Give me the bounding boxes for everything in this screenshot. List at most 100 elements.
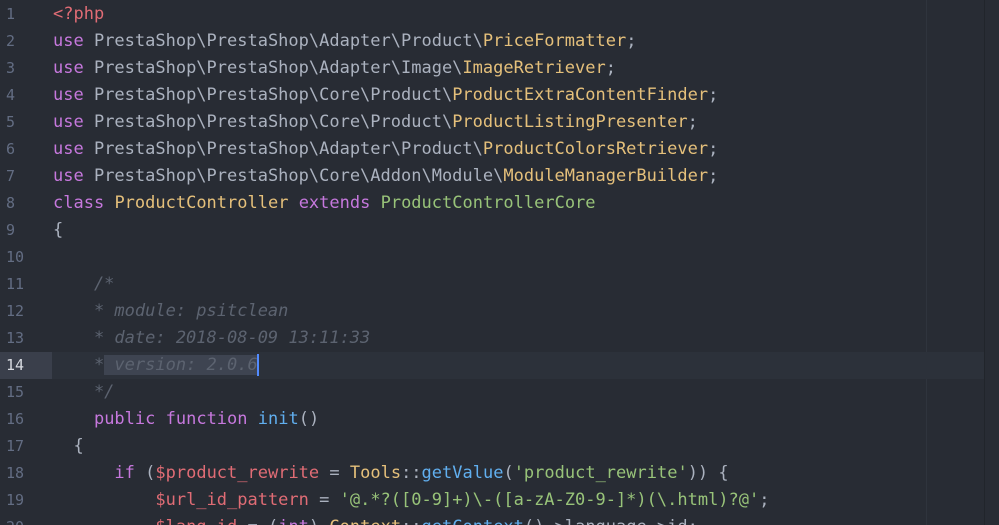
line-content[interactable]: use PrestaShop\PrestaShop\Core\Addon\Mod… — [53, 163, 718, 190]
code-token: :: — [401, 463, 422, 483]
code-token: use — [53, 31, 84, 51]
line-content[interactable]: { — [53, 433, 84, 460]
code-token: PrestaShop\PrestaShop\Adapter\Image\ — [83, 58, 463, 78]
code-token: ; — [626, 31, 637, 51]
line-content[interactable]: class ProductController extends ProductC… — [53, 190, 596, 217]
code-line[interactable]: 6 use PrestaShop\PrestaShop\Adapter\Produ… — [0, 136, 999, 163]
line-number: 10 — [6, 248, 25, 266]
code-token: Tools — [349, 463, 402, 483]
code-token: use — [53, 139, 84, 159]
line-content[interactable]: $url_id_pattern = '@.*?([0-9]+)\-([a-zA-… — [53, 487, 769, 514]
code-token: use — [53, 85, 84, 105]
line-content[interactable]: use PrestaShop\PrestaShop\Adapter\Image\… — [53, 55, 616, 82]
line-number: 17 — [6, 437, 25, 455]
line-number: 1 — [6, 5, 16, 23]
vertical-scrollbar[interactable] — [984, 0, 999, 525]
line-number: 14 — [0, 352, 52, 379]
code-token: <?php — [53, 4, 105, 24]
code-token: /* — [53, 274, 115, 294]
code-token: = ( — [237, 517, 278, 525]
code-line[interactable]: 11 /* — [0, 271, 999, 298]
code-token: version: 2.0.6 — [104, 355, 258, 375]
line-content[interactable]: */ — [53, 379, 114, 406]
code-line[interactable]: 9{ — [0, 217, 999, 244]
line-content[interactable]: * date: 2018-08-09 13:11:33 — [53, 325, 370, 352]
code-token: use — [53, 112, 84, 132]
line-number: 9 — [6, 221, 16, 239]
line-content[interactable]: * module: psitclean — [53, 298, 288, 325]
code-line[interactable]: 12 * module: psitclean — [0, 298, 999, 325]
code-line[interactable]: 20 $lang_id = (int) Context::getContext(… — [0, 514, 999, 525]
code-token: ; — [708, 85, 719, 105]
text-cursor — [256, 354, 259, 376]
code-line[interactable]: 5 use PrestaShop\PrestaShop\Core\Product\… — [0, 109, 999, 136]
code-token: :: — [401, 517, 421, 525]
code-line[interactable]: 7 use PrestaShop\PrestaShop\Core\Addon\Mo… — [0, 163, 999, 190]
line-number: 20 — [0, 514, 52, 525]
code-token: ProductColorsRetriever — [482, 139, 709, 159]
line-content[interactable]: <?php — [53, 1, 104, 28]
code-token: * module: psitclean — [53, 301, 289, 321]
code-line[interactable]: 8 class ProductController extends Product… — [0, 190, 999, 217]
code-line[interactable]: 3 use PrestaShop\PrestaShop\Adapter\Image… — [0, 55, 999, 82]
line-content[interactable]: * version: 2.0.6 — [53, 352, 259, 379]
code-token: { — [53, 220, 64, 240]
line-content[interactable]: public function init() — [53, 406, 319, 433]
code-line[interactable]: 4 use PrestaShop\PrestaShop\Core\Product\… — [0, 82, 999, 109]
line-number: 8 — [6, 194, 16, 212]
line-content[interactable]: if ($product_rewrite = Tools::getValue('… — [53, 460, 729, 487]
code-token: ; — [687, 112, 698, 132]
code-token: ; — [708, 139, 719, 159]
code-line[interactable]: 18 if ($product_rewrite = Tools::getValu… — [0, 460, 999, 487]
code-editor[interactable]: 1 <?php 2 use PrestaShop\PrestaShop\Adapter… — [0, 0, 999, 525]
code-token: PrestaShop\PrestaShop\Core\Addon\Module\ — [83, 166, 504, 186]
line-number: 16 — [6, 410, 25, 428]
code-line[interactable]: 17 { — [0, 433, 999, 460]
code-token: PrestaShop\PrestaShop\Core\Product\ — [83, 112, 453, 132]
code-token: () — [298, 409, 320, 429]
code-line[interactable]: 14 * version: 2.0.6 — [0, 352, 999, 379]
code-token: { — [53, 436, 84, 456]
code-token: Context — [329, 517, 401, 525]
code-line[interactable]: 15 */ — [0, 379, 999, 406]
line-content[interactable]: use PrestaShop\PrestaShop\Core\Product\P… — [53, 82, 718, 109]
line-number: 15 — [6, 383, 25, 401]
line-content[interactable]: use PrestaShop\PrestaShop\Core\Product\P… — [53, 109, 698, 136]
code-token: PriceFormatter — [482, 31, 627, 51]
line-number: 6 — [6, 140, 16, 158]
code-token: PrestaShop\PrestaShop\Core\Product\ — [83, 85, 453, 105]
code-token: = — [308, 490, 340, 510]
code-token: 'product_rewrite' — [513, 463, 688, 483]
line-number: 2 — [6, 32, 16, 50]
code-token: '@.*?([0-9]+)\-([a-zA-Z0-9-]*)(\.html)?@… — [339, 490, 760, 510]
code-token: ; — [605, 58, 616, 78]
code-token: ()->language->id; — [524, 517, 698, 525]
code-token: ( — [503, 463, 514, 483]
code-line[interactable]: 19 $url_id_pattern = '@.*?([0-9]+)\-([a-… — [0, 487, 999, 514]
code-token: ProductExtraContentFinder — [452, 85, 709, 105]
code-line[interactable]: 10 — [0, 244, 999, 271]
code-token: ProductListingPresenter — [452, 112, 688, 132]
line-content[interactable]: use PrestaShop\PrestaShop\Adapter\Produc… — [53, 28, 636, 55]
code-line[interactable]: 16 public function init() — [0, 406, 999, 433]
line-content[interactable]: { — [53, 217, 63, 244]
code-line[interactable]: 2 use PrestaShop\PrestaShop\Adapter\Produ… — [0, 28, 999, 55]
code-token: class — [53, 193, 105, 213]
code-token: ModuleManagerBuilder — [503, 166, 709, 186]
code-token: * date: 2018-08-09 13:11:33 — [53, 328, 371, 348]
line-content[interactable]: /* — [53, 271, 114, 298]
code-line[interactable]: 13 * date: 2018-08-09 13:11:33 — [0, 325, 999, 352]
code-line[interactable]: 1 <?php — [0, 1, 999, 28]
code-token: extends — [298, 193, 371, 213]
line-content[interactable]: $lang_id = (int) Context::getContext()->… — [53, 514, 698, 525]
code-token: )) { — [687, 463, 729, 483]
line-number: 11 — [6, 275, 25, 293]
code-token: init — [257, 409, 299, 429]
line-content[interactable]: use PrestaShop\PrestaShop\Adapter\Produc… — [53, 136, 718, 163]
code-token: * — [53, 355, 105, 375]
